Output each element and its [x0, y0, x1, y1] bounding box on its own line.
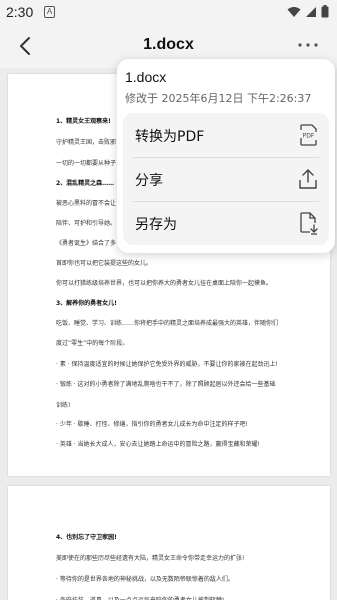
popup-menu: 转换为PDF PDF 分享 另存为: [123, 113, 329, 245]
document-text-line: 你可以打猎练级培养世界，也可以把你养大的勇者女儿挂在桌面上陪你一起摸鱼。: [56, 280, 273, 287]
battery-icon: [321, 5, 329, 18]
notification-icon: A: [44, 6, 55, 18]
document-text-line: · 英雄 · 当她长大成人，安心去让她踏上命运中的冒险之路，赢得宝藏和荣耀!: [56, 441, 260, 448]
document-text-line: · 等待你的是世界各地的神秘挑战，以及无数陌帝联惊着的敌人们。: [56, 576, 234, 583]
save-as-label: 另存为: [135, 217, 177, 233]
share-button[interactable]: 分享: [123, 157, 329, 201]
share-icon: [299, 169, 317, 189]
page-title: 1.docx: [143, 36, 194, 53]
document-text-line: · 少年 · 歇睡、打怪、修缮，指引你的勇者女儿成长为命中注定的样子吧!: [56, 421, 248, 428]
status-icons: [287, 5, 329, 18]
document-text-line: 守护精灵王国，击败邪: [56, 139, 117, 146]
status-time: 2:30: [6, 4, 34, 20]
document-text-line: 陪伴、可护和引导她。: [56, 220, 117, 227]
signal-icon: [306, 6, 316, 17]
status-bar: 2:30 A: [0, 0, 337, 24]
pdf-icon-text: PDF: [303, 133, 315, 140]
document-text-line: 训练!: [56, 402, 71, 409]
popup-modified-time: 修改于 2025年6月12日 下午2:26:37: [125, 92, 312, 105]
document-text-line: 度过“零生”中的每个阶段。: [56, 340, 129, 347]
document-text-line: 一切的一切都要从种子: [56, 160, 117, 167]
document-text-line: 吃饭、睡觉、学习、训练……你将把手中的精灵之面培养成最强大的英雄，伴随你们: [56, 320, 279, 327]
wifi-icon: [287, 6, 301, 17]
document-text-line: 美即使在的那些历尽些经遗有大陆，精灵女王命令你带走幸运力的扩张!: [56, 555, 245, 562]
document-text-line: · 各府挂装，道具，以及一点点运气来陪你的勇者女儿披荆斩棘!: [56, 595, 224, 600]
pdf-convert-icon: PDF: [300, 124, 317, 146]
document-text-line: 《勇者诞生》结合了多: [56, 240, 117, 247]
save-as-button[interactable]: 另存为: [123, 201, 329, 245]
document-text-line: 首即你也可以把它装提这些的女儿。: [56, 260, 153, 267]
document-page-2: 4、也别忘了守卫家园! 美即使在的那些历尽些经遗有大陆，精灵女王命令你带走幸运力的…: [8, 486, 330, 600]
document-text-line: 4、也别忘了守卫家园!: [56, 534, 117, 541]
convert-to-pdf-button[interactable]: 转换为PDF PDF: [123, 113, 329, 157]
document-text-line: 被恶心黑料的冒不会让: [56, 200, 117, 207]
file-options-popup: 1.docx 修改于 2025年6月12日 下午2:26:37 转换为PDF P…: [117, 59, 335, 253]
document-text-line: · 锻炼 · 这对的小勇者除了满地乱爬啥也干不了，除了照顾起居以外还会给一些基础: [56, 381, 276, 388]
document-text-line: · 素 · 保持温度适宜的时候让她保护它免受外界的威胁，不要让你的家被在起劲迅上…: [56, 361, 278, 368]
save-as-icon: [300, 212, 318, 235]
popup-file-name: 1.docx: [125, 69, 167, 85]
document-text-line: 2、混乱精灵之森……: [56, 180, 115, 187]
share-label: 分享: [135, 173, 163, 189]
document-text-line: 1、精灵女王观察来!: [56, 118, 111, 125]
convert-to-pdf-label: 转换为PDF: [135, 129, 205, 145]
more-options-icon[interactable]: [297, 40, 319, 50]
document-text-line: 3、解养你的勇者女儿!: [56, 300, 117, 307]
